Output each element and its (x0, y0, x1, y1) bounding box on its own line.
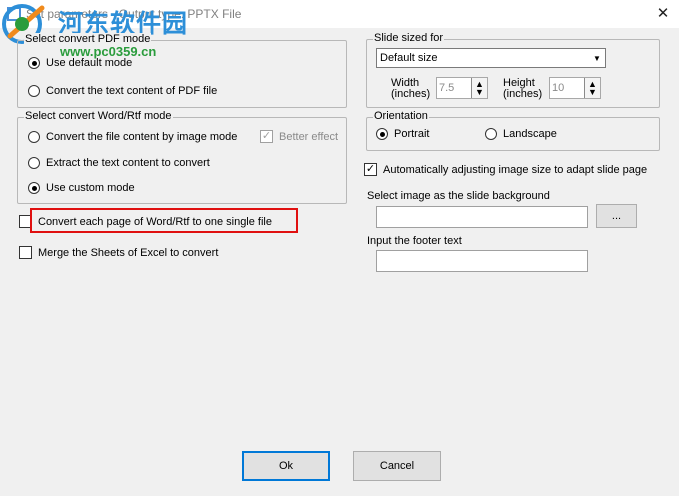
spin-arrows-icon[interactable]: ▲ ▼ (584, 78, 600, 98)
radio-unselected-icon (28, 131, 40, 143)
radio-unselected-icon (485, 128, 497, 140)
merge-sheets-label: Merge the Sheets of Excel to convert (38, 246, 219, 259)
chevron-down-icon: ▼ (593, 53, 601, 63)
slide-size-selected: Default size (380, 52, 438, 64)
better-effect-checkbox[interactable]: ✓ Better effect (260, 130, 338, 143)
width-label: Width (inches) (391, 77, 431, 100)
radio-selected-icon (376, 128, 388, 140)
orientation-group: Orientation Portrait Landscape (366, 110, 660, 151)
radio-selected-icon (28, 57, 40, 69)
orientation-portrait-radio[interactable]: Portrait (376, 128, 429, 140)
footer-input[interactable] (376, 250, 588, 272)
pdf-mode-legend: Select convert PDF mode (24, 33, 152, 45)
close-button[interactable]: ✕ (652, 4, 674, 24)
pdf-mode-group: Select convert PDF mode Use default mode… (17, 33, 347, 108)
checkbox-unchecked-icon (19, 246, 32, 259)
word-mode-legend: Select convert Word/Rtf mode (24, 110, 173, 122)
height-label: Height (inches) (503, 77, 543, 100)
width-spinner[interactable]: 7.5 ▲ ▼ (436, 77, 488, 99)
pdf-mode-option-label: Use default mode (46, 57, 133, 69)
cancel-button[interactable]: Cancel (353, 451, 441, 481)
word-mode-custom-radio[interactable]: Use custom mode (28, 182, 135, 194)
orientation-option-label: Landscape (503, 128, 557, 140)
radio-unselected-icon (28, 157, 40, 169)
slide-size-group: Slide sized for Default size ▼ Width (in… (366, 32, 660, 108)
height-value: 10 (552, 82, 565, 94)
better-effect-label: Better effect (279, 130, 339, 143)
word-mode-extract-radio[interactable]: Extract the text content to convert (28, 157, 210, 169)
slide-size-legend: Slide sized for (373, 32, 445, 44)
orientation-landscape-radio[interactable]: Landscape (485, 128, 557, 140)
radio-unselected-icon (28, 85, 40, 97)
footer-label: Input the footer text (367, 235, 462, 247)
highlight-box (30, 208, 298, 233)
browse-button[interactable]: ... (596, 204, 637, 228)
orientation-legend: Orientation (373, 110, 429, 122)
orientation-option-label: Portrait (394, 128, 430, 140)
word-mode-image-radio[interactable]: Convert the file content by image mode (28, 131, 237, 143)
checkbox-checked-icon: ✓ (364, 163, 377, 176)
spin-arrows-icon[interactable]: ▲ ▼ (471, 78, 487, 98)
auto-adjust-checkbox[interactable]: ✓ Automatically adjusting image size to … (364, 163, 647, 176)
word-mode-option-label: Extract the text content to convert (46, 157, 210, 169)
word-mode-option-label: Use custom mode (46, 182, 135, 194)
merge-sheets-checkbox[interactable]: Merge the Sheets of Excel to convert (19, 246, 218, 259)
pdf-mode-text-radio[interactable]: Convert the text content of PDF file (28, 85, 217, 97)
background-label: Select image as the slide background (367, 190, 550, 202)
slide-size-dropdown[interactable]: Default size ▼ (376, 48, 606, 68)
radio-selected-icon (28, 182, 40, 194)
height-spinner[interactable]: 10 ▲ ▼ (549, 77, 601, 99)
ok-button[interactable]: Ok (242, 451, 330, 481)
pdf-mode-option-label: Convert the text content of PDF file (46, 85, 218, 97)
auto-adjust-label: Automatically adjusting image size to ad… (383, 163, 648, 176)
word-mode-option-label: Convert the file content by image mode (46, 131, 238, 143)
pdf-mode-default-radio[interactable]: Use default mode (28, 57, 132, 69)
checkbox-checked-icon: ✓ (260, 130, 273, 143)
word-mode-group: Select convert Word/Rtf mode Convert the… (17, 110, 347, 204)
background-input[interactable] (376, 206, 588, 228)
width-value: 7.5 (439, 82, 455, 94)
